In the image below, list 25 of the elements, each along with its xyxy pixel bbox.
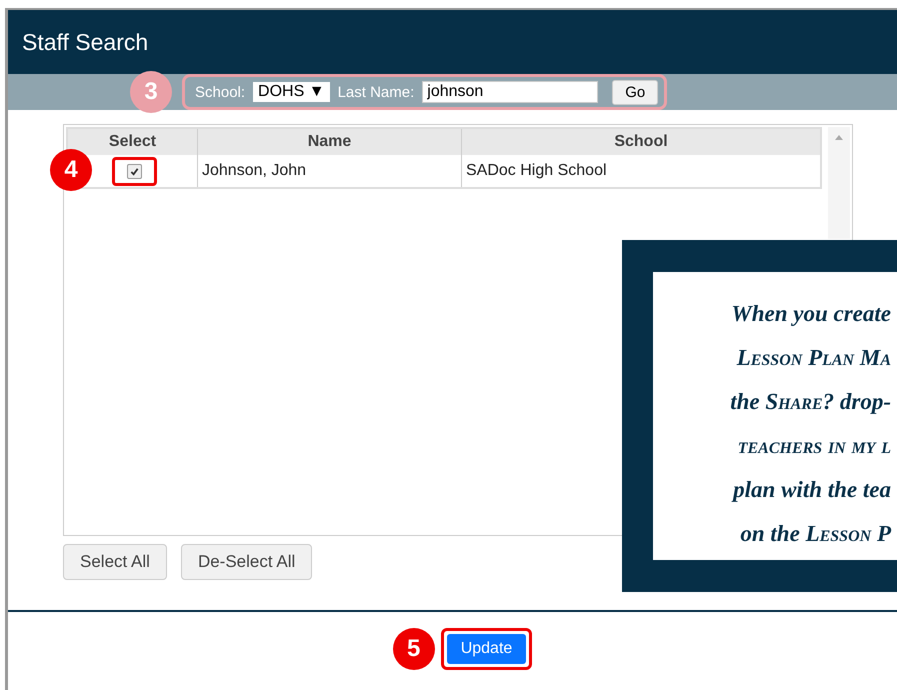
- callout-text: teachers in my l: [738, 432, 891, 460]
- callout-text: When you create: [731, 300, 891, 328]
- last-name-label: Last Name:: [338, 84, 414, 100]
- scrollbar[interactable]: [828, 127, 850, 239]
- go-button[interactable]: Go: [612, 80, 658, 104]
- school-label: School:: [195, 84, 246, 100]
- checkbox[interactable]: [127, 164, 142, 178]
- table-cell-text: SADoc High School: [465, 161, 608, 181]
- school-dropdown[interactable]: DOHS ▼: [253, 82, 330, 102]
- callout-text: on the Lesson P: [740, 520, 891, 548]
- callout-text: the Share? drop-: [730, 388, 891, 416]
- select-all-button[interactable]: Select All: [63, 544, 167, 580]
- callout-text: Lesson Plan Ma: [736, 344, 891, 372]
- callout-text: plan with the tea: [733, 476, 891, 504]
- column-header: School: [613, 132, 669, 152]
- step-badge: 3: [130, 71, 172, 113]
- step-badge: 4: [50, 149, 92, 191]
- deselect-all-button[interactable]: De-Select All: [180, 544, 312, 580]
- table-cell: Johnson, John: [198, 155, 462, 187]
- window-title: Staff Search: [22, 28, 148, 56]
- scroll-up-icon[interactable]: [835, 135, 843, 140]
- step-badge: 5: [392, 628, 435, 670]
- column-header: Name: [198, 129, 462, 155]
- check-icon: [130, 166, 139, 176]
- update-button[interactable]: Update: [446, 634, 526, 664]
